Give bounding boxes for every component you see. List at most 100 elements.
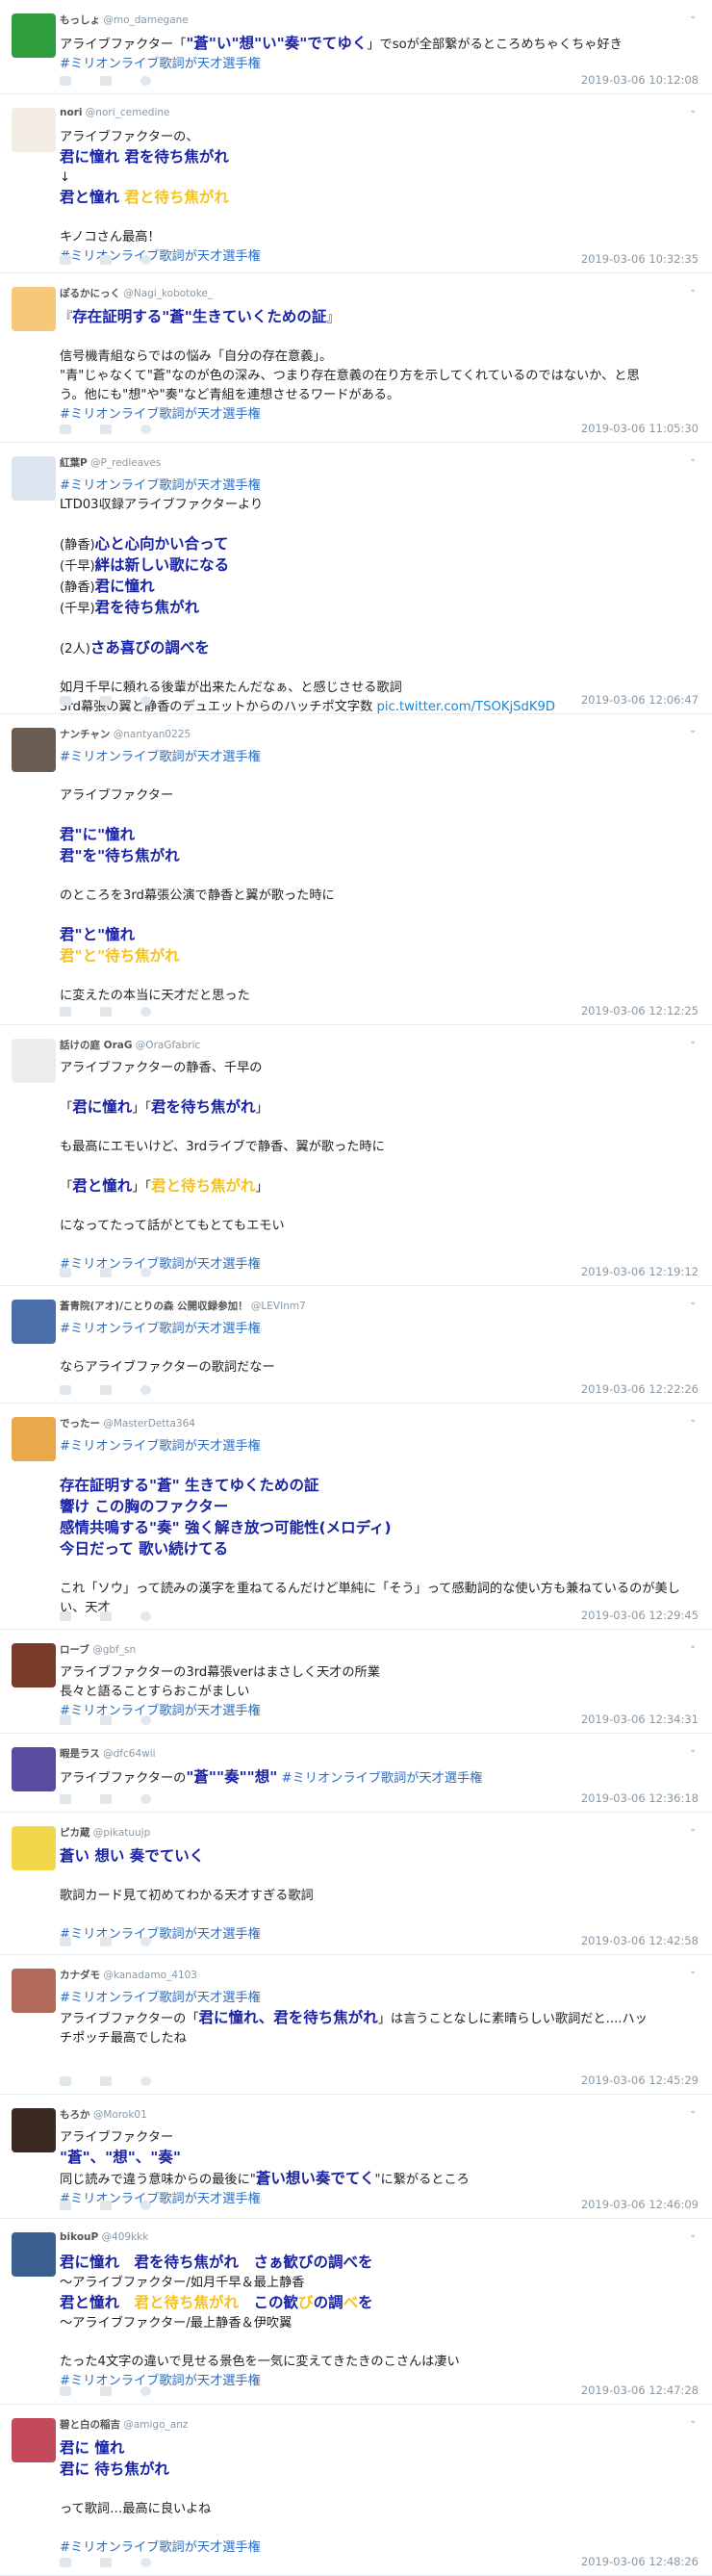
reply-icon[interactable] — [60, 1715, 71, 1725]
retweet-icon[interactable] — [100, 1385, 112, 1395]
timestamp[interactable]: 2019-03-06 12:19:12 — [581, 1265, 699, 1278]
like-icon[interactable] — [140, 2386, 151, 2396]
chevron-down-icon[interactable]: ⌄ — [689, 1415, 699, 1425]
user-name[interactable]: ローブ — [60, 1644, 89, 1656]
reply-icon[interactable] — [60, 255, 71, 265]
like-icon[interactable] — [140, 76, 151, 86]
like-icon[interactable] — [140, 1937, 151, 1946]
chevron-down-icon[interactable]: ⌄ — [689, 1298, 699, 1307]
user-name[interactable]: ナンチャン — [60, 729, 110, 740]
chevron-down-icon[interactable]: ⌄ — [689, 106, 699, 116]
timestamp[interactable]: 2019-03-06 12:22:26 — [581, 1382, 699, 1396]
timestamp[interactable]: 2019-03-06 12:47:28 — [581, 2383, 699, 2397]
user-name[interactable]: ピカ蔵 — [60, 1827, 90, 1839]
avatar[interactable] — [12, 1826, 56, 1870]
user-name[interactable]: 碧と白の稲吉 — [60, 2419, 120, 2431]
reply-icon[interactable] — [60, 1611, 71, 1621]
chevron-down-icon[interactable]: ⌄ — [689, 1037, 699, 1046]
retweet-icon[interactable] — [100, 1794, 112, 1804]
retweet-icon[interactable] — [100, 2386, 112, 2396]
tweet-author[interactable]: 紅葉P @P_redleaves — [60, 455, 161, 470]
reply-icon[interactable] — [60, 1268, 71, 1277]
tweet-author[interactable]: カナダモ @kanadamo_4103 — [60, 1968, 197, 1982]
user-name[interactable]: nori — [60, 107, 82, 118]
user-name[interactable]: ぽるかにっく — [60, 288, 120, 299]
reply-icon[interactable] — [60, 76, 71, 86]
avatar[interactable] — [12, 108, 56, 152]
media-link[interactable]: pic.twitter.com/TSOKjSdK9D — [376, 700, 555, 714]
hashtag-link[interactable]: #ミリオンライブ歌詞が天才選手権 — [60, 1322, 261, 1336]
timestamp[interactable]: 2019-03-06 10:32:35 — [581, 252, 699, 266]
like-icon[interactable] — [140, 1715, 151, 1725]
retweet-icon[interactable] — [100, 76, 112, 86]
like-icon[interactable] — [140, 2201, 151, 2210]
user-name[interactable]: もろか — [60, 2109, 90, 2121]
tweet-author[interactable]: でったー @MasterDetta364 — [60, 1416, 195, 1430]
avatar[interactable] — [12, 1039, 56, 1083]
like-icon[interactable] — [140, 696, 151, 706]
chevron-down-icon[interactable]: ⌄ — [689, 726, 699, 735]
avatar[interactable] — [12, 2418, 56, 2462]
tweet-author[interactable]: 碧と白の稲吉 @amigo_anz — [60, 2417, 188, 2432]
timestamp[interactable]: 2019-03-06 12:12:25 — [581, 1004, 699, 1018]
tweet-author[interactable]: ローブ @gbf_sn — [60, 1642, 136, 1657]
tweet-author[interactable]: bikouP @409kkk — [60, 2231, 148, 2243]
user-name[interactable]: 話けの庭 OraG — [60, 1040, 132, 1051]
hashtag-link[interactable]: #ミリオンライブ歌詞が天才選手権 — [60, 2540, 261, 2555]
chevron-down-icon[interactable]: ⌄ — [689, 1824, 699, 1834]
timestamp[interactable]: 2019-03-06 12:46:09 — [581, 2198, 699, 2211]
reply-icon[interactable] — [60, 2386, 71, 2396]
hashtag-link[interactable]: #ミリオンライブ歌詞が天才選手権 — [282, 1771, 483, 1786]
reply-icon[interactable] — [60, 425, 71, 434]
like-icon[interactable] — [140, 255, 151, 265]
retweet-icon[interactable] — [100, 696, 112, 706]
hashtag-link[interactable]: #ミリオンライブ歌詞が天才選手権 — [60, 1439, 261, 1454]
hashtag-link[interactable]: #ミリオンライブ歌詞が天才選手権 — [60, 478, 261, 493]
chevron-down-icon[interactable]: ⌄ — [689, 1641, 699, 1651]
like-icon[interactable] — [140, 1611, 151, 1621]
timestamp[interactable]: 2019-03-06 12:29:45 — [581, 1609, 699, 1622]
retweet-icon[interactable] — [100, 1268, 112, 1277]
reply-icon[interactable] — [60, 2201, 71, 2210]
like-icon[interactable] — [140, 1007, 151, 1017]
tweet-author[interactable]: もろか @Morok01 — [60, 2107, 147, 2122]
like-icon[interactable] — [140, 1268, 151, 1277]
retweet-icon[interactable] — [100, 1937, 112, 1946]
timestamp[interactable]: 2019-03-06 12:36:18 — [581, 1791, 699, 1805]
timestamp[interactable]: 2019-03-06 12:42:58 — [581, 1934, 699, 1947]
tweet-author[interactable]: 話けの庭 OraG @OraGfabric — [60, 1038, 200, 1052]
avatar[interactable] — [12, 1969, 56, 2013]
like-icon[interactable] — [140, 1385, 151, 1395]
avatar[interactable] — [12, 1747, 56, 1791]
tweet-author[interactable]: ピカ蔵 @pikatuujp — [60, 1825, 150, 1840]
user-name[interactable]: 紅葉P — [60, 457, 88, 469]
timestamp[interactable]: 2019-03-06 11:05:30 — [581, 422, 699, 435]
hashtag-link[interactable]: #ミリオンライブ歌詞が天才選手権 — [60, 407, 261, 422]
like-icon[interactable] — [140, 425, 151, 434]
retweet-icon[interactable] — [100, 2558, 112, 2567]
avatar[interactable] — [12, 1417, 56, 1461]
avatar[interactable] — [12, 13, 56, 58]
retweet-icon[interactable] — [100, 2076, 112, 2086]
tweet-author[interactable]: ナンチャン @nantyan0225 — [60, 727, 191, 741]
avatar[interactable] — [12, 287, 56, 331]
reply-icon[interactable] — [60, 1937, 71, 1946]
tweet-author[interactable]: 暇是ラス @dfc64wii — [60, 1746, 156, 1761]
user-name[interactable]: カナダモ — [60, 1970, 100, 1981]
avatar[interactable] — [12, 728, 56, 772]
chevron-down-icon[interactable]: ⌄ — [689, 285, 699, 295]
timestamp[interactable]: 2019-03-06 10:12:08 — [581, 73, 699, 87]
reply-icon[interactable] — [60, 2076, 71, 2086]
retweet-icon[interactable] — [100, 1007, 112, 1017]
like-icon[interactable] — [140, 2558, 151, 2567]
like-icon[interactable] — [140, 2076, 151, 2086]
tweet-author[interactable]: ぽるかにっく @Nagi_kobotoke_ — [60, 286, 213, 300]
user-name[interactable]: 蒼青院(アオ)/ことりの森 公開収録参加！ — [60, 1301, 248, 1312]
hashtag-link[interactable]: #ミリオンライブ歌詞が天才選手権 — [60, 57, 261, 71]
timestamp[interactable]: 2019-03-06 12:06:47 — [581, 693, 699, 707]
reply-icon[interactable] — [60, 1385, 71, 1395]
timestamp[interactable]: 2019-03-06 12:34:31 — [581, 1713, 699, 1726]
hashtag-link[interactable]: #ミリオンライブ歌詞が天才選手権 — [60, 750, 261, 764]
chevron-down-icon[interactable]: ⌄ — [689, 454, 699, 464]
retweet-icon[interactable] — [100, 1715, 112, 1725]
